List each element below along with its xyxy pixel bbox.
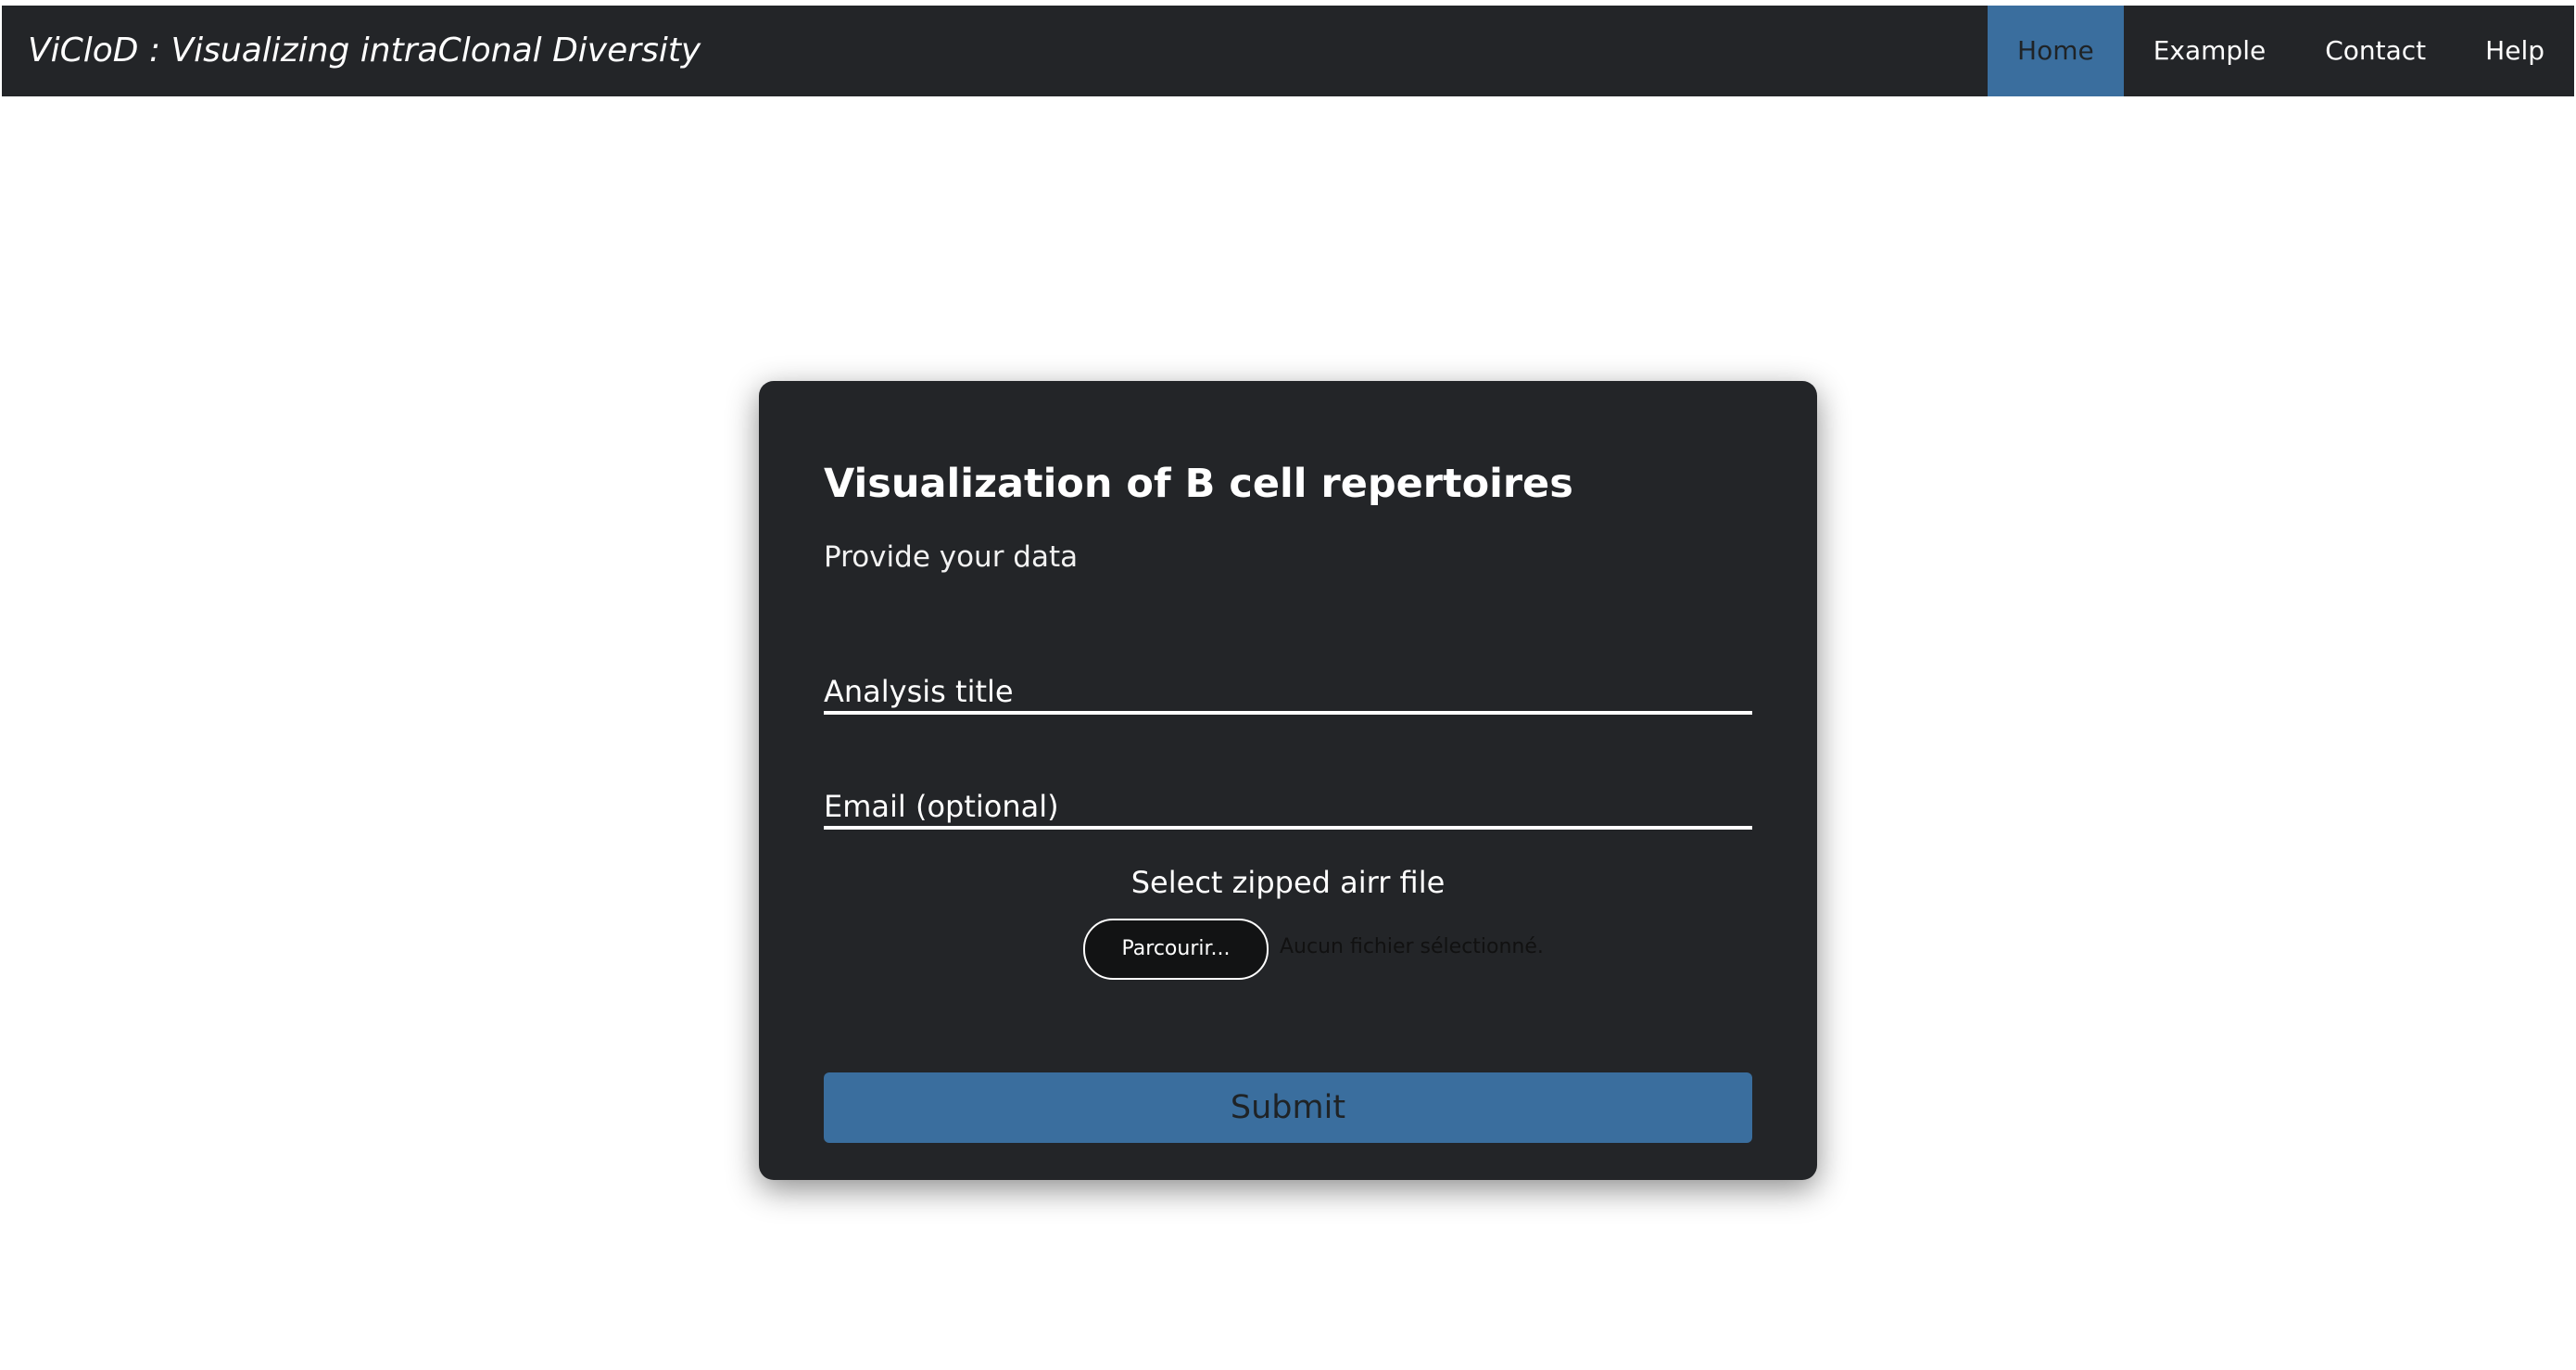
analysis-title-input[interactable] bbox=[824, 674, 1752, 709]
upload-form-card: Visualization of B cell repertoires Prov… bbox=[759, 381, 1817, 1180]
form-subtitle: Provide your data bbox=[824, 540, 1079, 574]
nav-item-home[interactable]: Home bbox=[1988, 6, 2124, 96]
nav-item-example[interactable]: Example bbox=[2124, 6, 2295, 96]
file-select-label: Select zipped airr file bbox=[1130, 865, 1446, 900]
submit-button[interactable]: Submit bbox=[824, 1072, 1752, 1143]
nav-item-contact[interactable]: Contact bbox=[2295, 6, 2456, 96]
email-field bbox=[824, 765, 1752, 830]
email-input[interactable] bbox=[824, 789, 1752, 824]
analysis-title-field bbox=[824, 650, 1752, 715]
browse-file-button[interactable]: Parcourir... bbox=[1083, 919, 1269, 980]
form-title: Visualization of B cell repertoires bbox=[824, 461, 1573, 507]
nav-item-help[interactable]: Help bbox=[2456, 6, 2574, 96]
file-status-text: Aucun fichier sélectionné. bbox=[1280, 935, 1544, 958]
top-navbar: ViCloD : Visualizing intraClonal Diversi… bbox=[2, 6, 2574, 96]
nav-menu: Home Example Contact Help bbox=[1988, 6, 2574, 96]
app-brand-title[interactable]: ViCloD : Visualizing intraClonal Diversi… bbox=[28, 6, 701, 96]
